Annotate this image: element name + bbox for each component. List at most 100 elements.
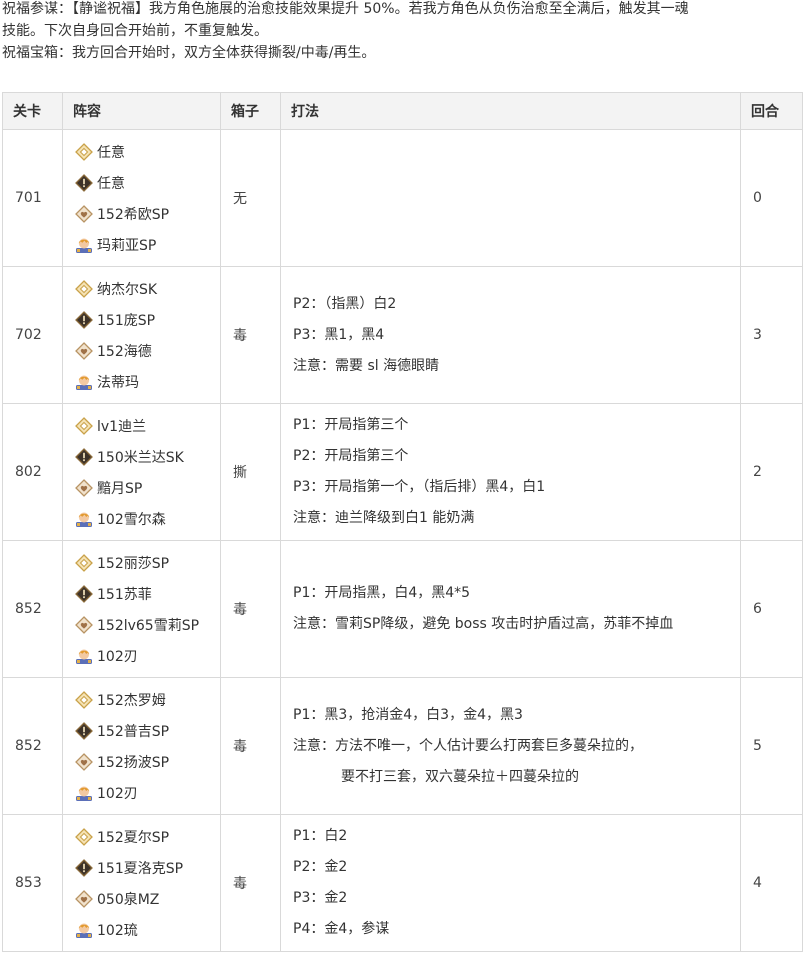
unit-name: 152lv65雪莉SP [97,617,200,634]
header-strategy: 打法 [280,92,741,130]
unit-name: 纳杰尔SK [97,281,158,298]
table-row: 853 152夏尔SP 151夏洛克SP 050泉MZ 102琉毒 P1：白2 P2：金2 P… [2,814,803,952]
lineup-unit: 任意 [75,167,208,198]
unit-name: 151苏菲 [97,586,152,603]
table-row: 701 任意 任意 152希欧SP 玛莉亚SP 无 0 [2,129,803,267]
unit-name: 050泉MZ [97,891,160,908]
lineup-unit: 151庞SP [75,304,208,335]
table-row: 702 纳杰尔SK 151庞SP 152海德 法蒂玛 毒 P2：（指黑）白2 P3：黑1，黑4… [2,266,803,404]
header-lineup: 阵容 [62,92,221,130]
lineup-unit: 152希欧SP [75,198,208,229]
character-icon [75,510,93,528]
stage-cell: 701 [2,129,63,267]
strategy-line: P2：（指黑）白2 [293,295,397,312]
rounds-cell: 3 [740,266,803,404]
intro-blessing-box: 祝福宝箱：我方回合开始时，双方全体获得撕裂/中毒/再生。 [2,45,376,61]
unit-name: 黯月SP [97,480,143,497]
strategy-line: P2：开局指第三个 [293,448,409,464]
dark-diamond-icon [75,447,93,466]
unit-name: 102刃 [97,648,138,665]
lineup-unit: 152夏尔SP [75,821,208,852]
unit-name: 法蒂玛 [97,374,139,391]
box-cell: 毒 [220,814,281,952]
heart-diamond-icon [75,341,93,360]
strategy-line: P1：开局指黑，白4，黑4*5 [293,585,471,601]
lineup-unit: 152扬波SP [75,746,208,777]
unit-name: 152希欧SP [97,206,170,223]
lineup-unit: 152lv65雪莉SP [75,609,208,640]
strategy-line: 注意：需要 sl 海德眼睛 [293,357,440,374]
lineup-cell: 152杰罗姆 152普吉SP 152扬波SP 102刃 [62,677,221,815]
lineup-unit: 任意 [75,136,208,167]
strategy-line: P1：开局指第三个 [293,417,409,433]
lineup-cell: 152夏尔SP 151夏洛克SP 050泉MZ 102琉 [62,814,221,952]
unit-name: 任意 [97,175,125,192]
gold-diamond-icon [75,416,93,435]
unit-name: 150米兰达SK [97,449,184,466]
lineup-unit: 法蒂玛 [75,366,208,397]
lineup-unit: 102琉 [75,914,208,945]
unit-name: 102雪尔森 [97,511,166,528]
rounds-cell: 5 [740,677,803,815]
strategy-line: P3：金2 [293,890,348,906]
strategy-line: 注意：迪兰降级到白1 能奶满 [293,510,475,526]
lineup-unit: 玛莉亚SP [75,229,208,260]
character-icon [75,921,93,939]
header-stage: 关卡 [2,92,63,130]
dark-diamond-icon [75,721,93,740]
lineup-unit: 152丽莎SP [75,547,208,578]
lineup-cell: 152丽莎SP 151苏菲 152lv65雪莉SP 102刃 [62,540,221,678]
lineup-unit: 150米兰达SK [75,441,208,472]
intro-section: 祝福参谋：【静谧祝福】我方角色施展的治愈技能效果提升 50%。若我方角色从负伤治… [0,0,806,64]
unit-name: 任意 [97,144,125,161]
lineup-unit: 102刃 [75,777,208,808]
dark-diamond-icon [75,310,93,329]
lineup-unit: lv1迪兰 [75,410,208,441]
box-cell: 毒 [220,677,281,815]
strategy-cell [280,129,741,267]
gold-diamond-icon [75,142,93,161]
dark-diamond-icon [75,173,93,192]
lineup-unit: 黯月SP [75,472,208,503]
heart-diamond-icon [75,752,93,771]
strategy-line: P2：金2 [293,859,348,875]
box-cell: 无 [220,129,281,267]
strategy-cell: P2：（指黑）白2 P3：黑1，黑4 注意：需要 sl 海德眼睛 [280,266,741,404]
strategy-line: P1：黑3，抢消金4，白3，金4，黑3 [293,706,523,723]
unit-name: 152丽莎SP [97,555,170,572]
strategy-cell: P1：开局指黑，白4，黑4*5 注意：雪莉SP降级，避免 boss 攻击时护盾过高… [280,540,741,678]
lineup-cell: 任意 任意 152希欧SP 玛莉亚SP [62,129,221,267]
lineup-unit: 152海德 [75,335,208,366]
stage-cell: 852 [2,540,63,678]
gold-diamond-icon [75,827,93,846]
strategy-line: P1：白2 [293,828,348,844]
table-header-row: 关卡 阵容 箱子 打法 回合 [2,92,803,130]
table-row: 802 lv1迪兰 150米兰达SK 黯月SP 102雪尔森 撕 P1：开局指第三个 P2：开… [2,403,803,541]
strategy-cell: P1：白2 P2：金2 P3：金2 P4：金4，参谋 [280,814,741,952]
header-rounds: 回合 [740,92,803,130]
stage-cell: 802 [2,403,63,541]
strategy-line: 注意：雪莉SP降级，避免 boss 攻击时护盾过高，苏菲不掉血 [293,616,674,632]
strategy-line: P4：金4，参谋 [293,921,390,937]
unit-name: 151夏洛克SP [97,860,184,877]
dark-diamond-icon [75,858,93,877]
unit-name: 152夏尔SP [97,829,170,846]
lineup-unit: 102雪尔森 [75,503,208,534]
character-icon [75,647,93,665]
header-box: 箱子 [220,92,281,130]
heart-diamond-icon [75,615,93,634]
rounds-cell: 6 [740,540,803,678]
stage-cell: 852 [2,677,63,815]
rounds-cell: 0 [740,129,803,267]
unit-name: lv1迪兰 [97,418,147,435]
table-row: 852 152杰罗姆 152普吉SP 152扬波SP 102刃毒 P1：黑3，抢消金4，白… [2,677,803,815]
unit-name: 玛莉亚SP [97,237,157,254]
lineup-unit: 151苏菲 [75,578,208,609]
table-row: 852 152丽莎SP 151苏菲 152lv65雪莉SP 102刃毒 P1：开局指黑，白… [2,540,803,678]
box-cell: 毒 [220,540,281,678]
lineup-unit: 050泉MZ [75,883,208,914]
gold-diamond-icon [75,553,93,572]
box-cell: 毒 [220,266,281,404]
heart-diamond-icon [75,204,93,223]
stage-table: 关卡 阵容 箱子 打法 回合 701 任意 任意 152希欧SP 玛莉亚SP 无 0 702 纳… [2,92,803,952]
